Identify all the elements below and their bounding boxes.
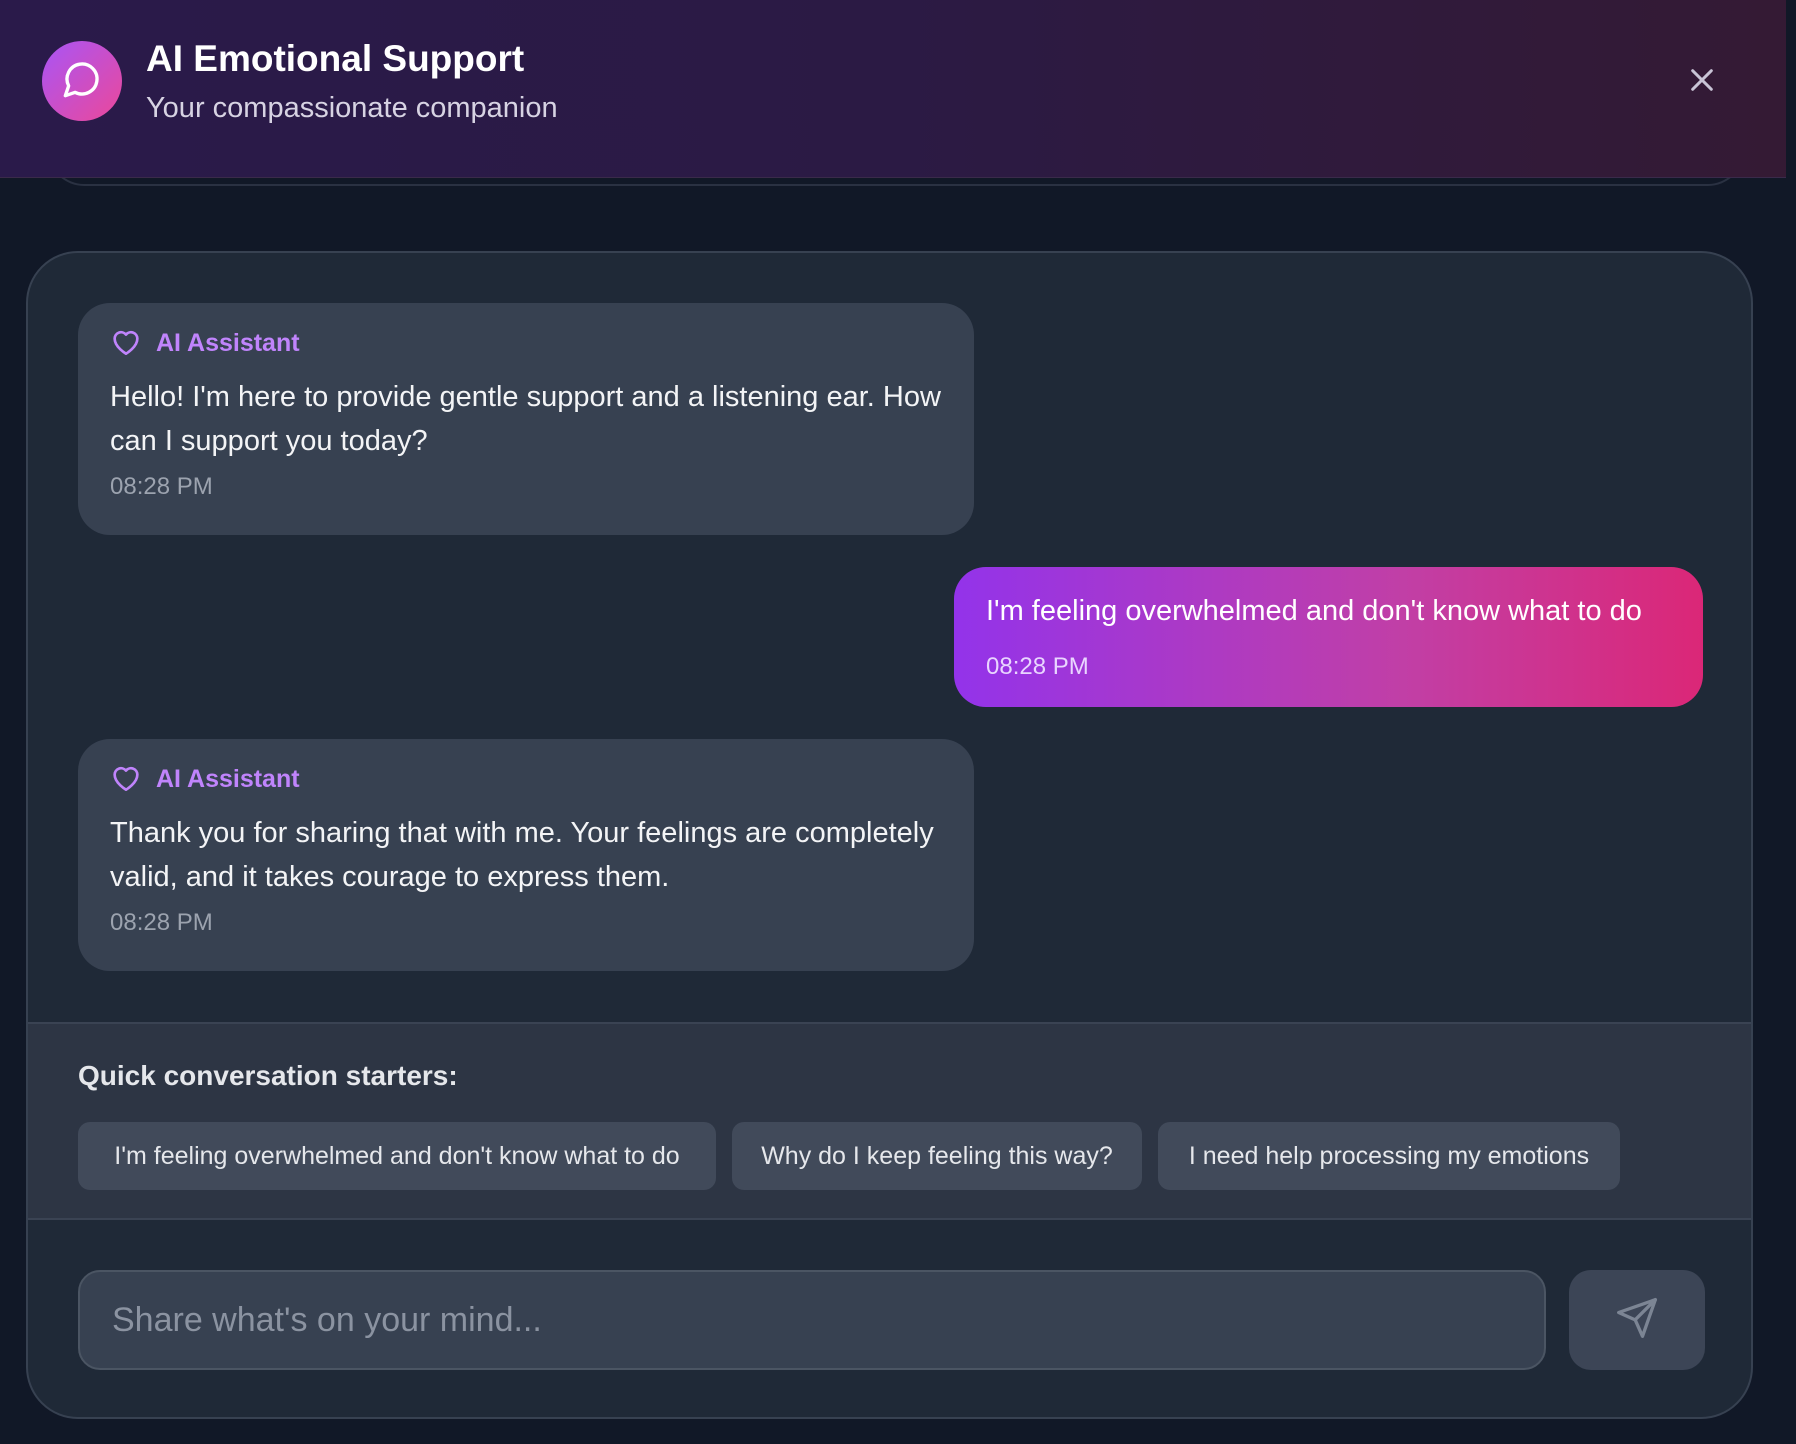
app-subtitle: Your compassionate companion bbox=[146, 92, 558, 124]
message-time: 08:28 PM bbox=[986, 653, 1089, 680]
close-button[interactable] bbox=[1676, 56, 1728, 108]
message-input[interactable] bbox=[78, 1270, 1546, 1370]
quick-starters: Quick conversation starters: I'm feeling… bbox=[28, 1022, 1751, 1220]
starter-chip[interactable]: Why do I keep feeling this way? bbox=[732, 1122, 1142, 1190]
message-time: 08:28 PM bbox=[110, 473, 213, 500]
starter-chip[interactable]: I'm feeling overwhelmed and don't know w… bbox=[78, 1122, 716, 1190]
sender-label: AI Assistant bbox=[156, 764, 300, 793]
message-text: Hello! I'm here to provide gentle suppor… bbox=[110, 381, 941, 457]
message-text: I'm feeling overwhelmed and don't know w… bbox=[986, 595, 1642, 627]
heart-icon bbox=[110, 762, 142, 797]
sender-label: AI Assistant bbox=[156, 328, 300, 357]
assistant-message: AI Assistant Thank you for sharing that … bbox=[78, 739, 974, 971]
message-sender: AI Assistant bbox=[110, 328, 942, 358]
user-message: I'm feeling overwhelmed and don't know w… bbox=[954, 567, 1703, 707]
app-avatar bbox=[42, 41, 122, 121]
starter-chip[interactable]: I need help processing my emotions bbox=[1158, 1122, 1620, 1190]
starters-label: Quick conversation starters: bbox=[78, 1060, 458, 1091]
message-time: 08:28 PM bbox=[110, 909, 213, 936]
send-icon bbox=[1615, 1296, 1659, 1345]
message-sender: AI Assistant bbox=[110, 764, 942, 794]
close-icon bbox=[1686, 64, 1718, 101]
heart-icon bbox=[110, 326, 142, 361]
message-text: Thank you for sharing that with me. Your… bbox=[110, 817, 934, 893]
assistant-message: AI Assistant Hello! I'm here to provide … bbox=[78, 303, 974, 535]
app-title: AI Emotional Support bbox=[146, 38, 525, 79]
send-button[interactable] bbox=[1569, 1270, 1705, 1370]
chat-bubble-icon bbox=[62, 59, 102, 104]
chat-panel: AI Assistant Hello! I'm here to provide … bbox=[26, 251, 1753, 1419]
app-header: AI Emotional Support Your compassionate … bbox=[0, 0, 1786, 178]
